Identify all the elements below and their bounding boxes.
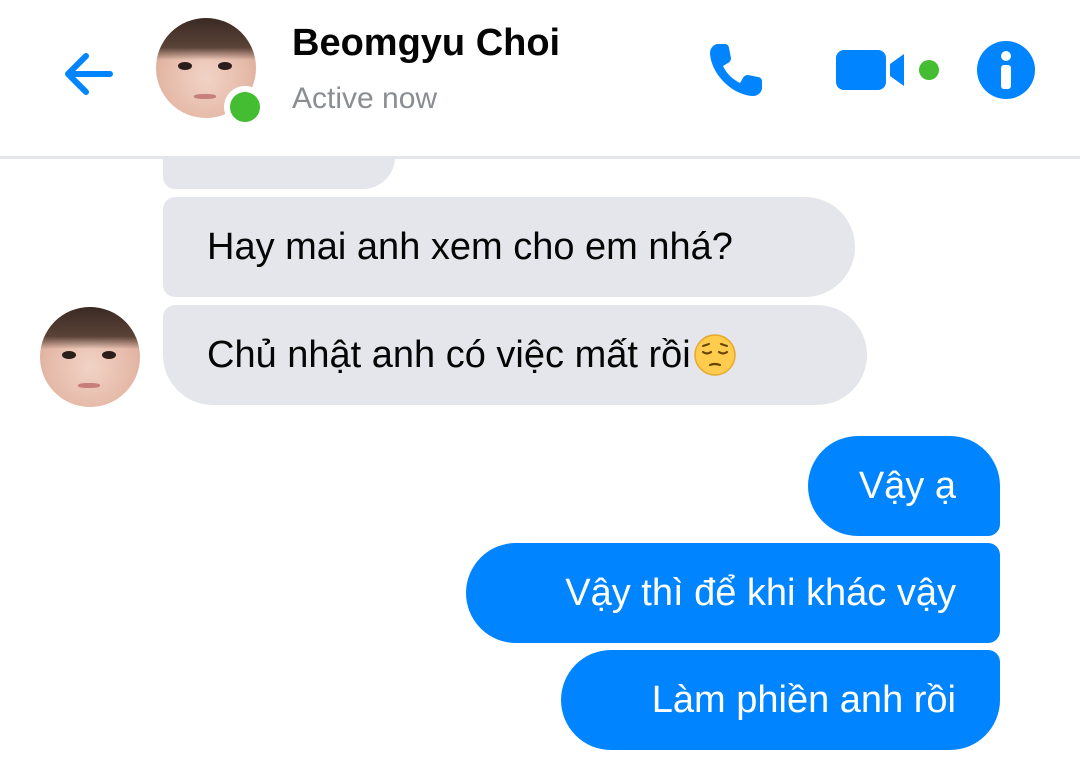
sender-avatar[interactable] [40, 307, 140, 407]
pensive-face-emoji-icon [693, 334, 736, 376]
message-text: Vậy ạ [858, 465, 956, 507]
message-bubble-outgoing[interactable]: Vậy thì để khi khác vậy [466, 543, 1000, 643]
contact-name[interactable]: Beomgyu Choi [292, 22, 560, 65]
phone-icon [710, 44, 762, 96]
contact-avatar-button[interactable] [156, 18, 266, 128]
arrow-left-icon [65, 53, 113, 95]
message-thread[interactable]: Hay mai anh xem cho em nhá? Chủ nhật anh… [0, 139, 1080, 768]
message-text: Vậy thì để khi khác vậy [565, 572, 956, 614]
message-bubble-outgoing[interactable]: Làm phiền anh rồi [561, 650, 1000, 750]
message-text: Làm phiền anh rồi [651, 679, 956, 721]
video-camera-icon [836, 50, 939, 90]
back-button[interactable] [52, 38, 124, 110]
message-bubble-incoming[interactable]: Chủ nhật anh có việc mất rồi [163, 305, 867, 405]
info-icon [977, 41, 1035, 99]
message-bubble-incoming[interactable]: Hay mai anh xem cho em nhá? [163, 197, 855, 297]
message-text: Hay mai anh xem cho em nhá? [207, 226, 733, 268]
messenger-chat-screen: Beomgyu Choi Active now Hay mai anh xem … [0, 0, 1080, 768]
avatar [40, 307, 140, 407]
message-bubble-outgoing[interactable]: Vậy ạ [808, 436, 1000, 536]
audio-call-button[interactable] [700, 34, 772, 106]
chat-header: Beomgyu Choi Active now [0, 0, 1080, 159]
active-status-dot [224, 86, 266, 128]
conversation-info-button[interactable] [972, 36, 1040, 104]
message-text: Chủ nhật anh có việc mất rồi [207, 334, 691, 376]
video-call-button[interactable] [830, 34, 942, 106]
contact-status: Active now [292, 82, 438, 115]
